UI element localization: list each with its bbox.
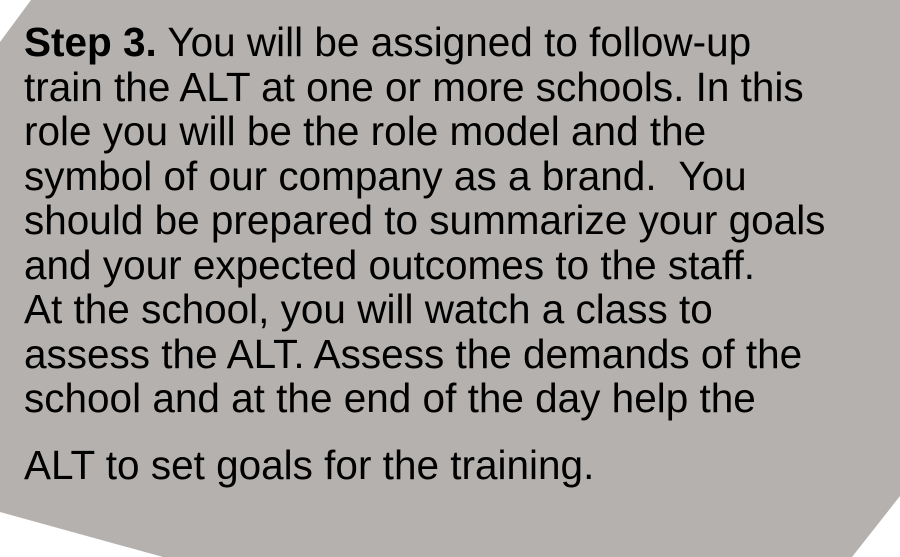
line-2: train the ALT at one or more schools. In… bbox=[24, 63, 804, 110]
slide: Step 3. You will be assigned to follow-u… bbox=[0, 0, 900, 557]
line-1: Step 3. You will be assigned to follow-u… bbox=[24, 20, 898, 65]
line-7: At the school, you will watch a class to bbox=[24, 286, 713, 332]
line-9: school and at the end of the day help th… bbox=[24, 375, 756, 421]
line-4: symbol of our company as a brand. You bbox=[24, 152, 747, 199]
step-label: Step 3. bbox=[24, 19, 157, 65]
step-description: Step 3. You will be assigned to follow-u… bbox=[24, 20, 898, 487]
line-5: should be prepared to summarize your goa… bbox=[24, 197, 826, 243]
line-1-text: You will be assigned to follow-up bbox=[156, 19, 752, 65]
line-3: role you will be the role model and the bbox=[24, 108, 707, 154]
line-8: assess the ALT. Assess the demands of th… bbox=[24, 330, 803, 377]
line-10: ALT to set goals for the training. bbox=[24, 441, 595, 488]
line-6: and your expected outcomes to the staff. bbox=[24, 241, 755, 288]
